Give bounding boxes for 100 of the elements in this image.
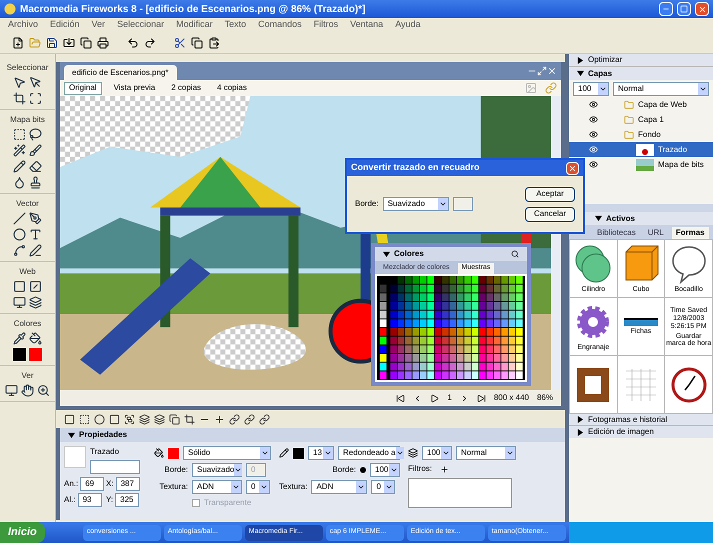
paint-bucket-icon[interactable] xyxy=(154,448,164,458)
tool-icon[interactable] xyxy=(29,176,42,189)
new-file-icon[interactable] xyxy=(12,36,24,48)
dialog-button[interactable]: Cancelar xyxy=(525,206,575,222)
tool-icon[interactable] xyxy=(13,212,26,225)
edge-select[interactable]: Suavizado xyxy=(382,197,449,211)
layer-row[interactable]: Mapa de bits xyxy=(569,157,713,172)
dimension-field[interactable]: 325 xyxy=(115,493,140,507)
close-button[interactable] xyxy=(695,2,709,16)
menu-item[interactable]: Ayuda xyxy=(395,18,421,32)
shape-item[interactable] xyxy=(570,356,617,413)
modify-icon[interactable] xyxy=(94,414,105,424)
view-tab[interactable]: Original xyxy=(64,82,102,94)
texture-select[interactable]: ADN xyxy=(192,480,242,494)
expanded-arrow-icon[interactable] xyxy=(595,215,602,222)
fill-color-swatch[interactable] xyxy=(29,348,42,361)
dialog-button[interactable]: Aceptar xyxy=(525,186,575,202)
color-swatches-drawing[interactable] xyxy=(377,276,525,380)
expanded-arrow-icon[interactable] xyxy=(383,250,390,258)
edge-select[interactable]: Suavizado xyxy=(192,463,242,477)
fill-color-swatch[interactable] xyxy=(168,448,179,458)
filters-list[interactable] xyxy=(408,478,512,508)
tool-icon[interactable] xyxy=(13,280,26,293)
undo-icon[interactable] xyxy=(127,36,139,48)
tool-icon[interactable] xyxy=(29,228,42,241)
menu-item[interactable]: Ventana xyxy=(350,18,384,32)
layer-row[interactable]: Trazado xyxy=(569,142,713,157)
close-button[interactable] xyxy=(566,162,579,174)
texture-amount-select[interactable]: 0 xyxy=(371,480,396,494)
last-frame-icon[interactable] xyxy=(476,394,486,402)
panel-tab[interactable]: URL xyxy=(644,227,668,239)
tool-icon[interactable] xyxy=(29,76,42,89)
dimension-field[interactable]: 387 xyxy=(116,477,140,491)
maximize-button[interactable] xyxy=(677,2,691,16)
panel-header[interactable]: Edición de imagen xyxy=(569,426,713,438)
save-icon[interactable] xyxy=(46,36,58,48)
tool-icon[interactable] xyxy=(13,92,26,105)
copy-icon[interactable] xyxy=(191,36,203,48)
minimize-button[interactable] xyxy=(659,2,673,16)
amount-field[interactable] xyxy=(452,197,473,211)
eye-icon[interactable] xyxy=(589,115,598,124)
view-tab[interactable]: 4 copias xyxy=(213,82,251,94)
layer-row[interactable]: Fondo xyxy=(569,127,713,142)
printer-icon[interactable] xyxy=(97,36,109,48)
dimension-field[interactable]: 69 xyxy=(80,477,104,491)
menu-item[interactable]: Filtros xyxy=(314,18,338,32)
edge-amount-select[interactable]: 100 xyxy=(370,463,400,477)
start-button[interactable]: Inicio xyxy=(0,522,45,543)
document-icon[interactable] xyxy=(80,36,92,48)
tool-icon[interactable] xyxy=(13,160,26,173)
collapsed-arrow-icon[interactable] xyxy=(577,56,584,64)
collapsed-arrow-icon[interactable] xyxy=(577,428,584,436)
redo-icon[interactable] xyxy=(144,36,156,48)
modify-icon[interactable] xyxy=(109,414,120,424)
panel-header[interactable]: Optimizar xyxy=(569,54,713,67)
eye-icon[interactable] xyxy=(589,130,598,139)
tool-icon[interactable] xyxy=(29,296,42,309)
tool-icon[interactable] xyxy=(21,384,34,397)
tool-icon[interactable] xyxy=(13,228,26,241)
view-tab[interactable]: Vista previa xyxy=(110,82,160,94)
add-filter-icon[interactable] xyxy=(440,464,449,474)
modify-icon[interactable] xyxy=(244,414,255,424)
panel-header[interactable]: Capas xyxy=(569,67,713,80)
modify-icon[interactable] xyxy=(229,414,240,424)
tool-icon[interactable] xyxy=(13,76,26,89)
tool-icon[interactable] xyxy=(5,384,18,397)
tool-icon[interactable] xyxy=(29,244,42,257)
shape-item[interactable] xyxy=(665,356,712,413)
modify-icon[interactable] xyxy=(214,414,225,424)
stroke-size-select[interactable]: 13 xyxy=(308,446,334,460)
menu-item[interactable]: Archivo xyxy=(8,18,38,32)
fill-type-select[interactable]: Sólido xyxy=(183,446,271,460)
tool-icon[interactable] xyxy=(29,160,42,173)
dimension-field[interactable]: 93 xyxy=(78,493,102,507)
tool-icon[interactable] xyxy=(13,176,26,189)
first-frame-icon[interactable] xyxy=(396,394,406,402)
modify-icon[interactable] xyxy=(259,414,270,424)
layer-row[interactable]: Capa de Web xyxy=(569,97,713,112)
tool-icon[interactable] xyxy=(29,128,42,141)
tool-icon[interactable] xyxy=(13,144,26,157)
collapsed-arrow-icon[interactable] xyxy=(577,416,584,423)
menu-item[interactable]: Comandos xyxy=(258,18,302,32)
tool-icon[interactable] xyxy=(37,384,50,397)
menu-item[interactable]: Modificar xyxy=(176,18,213,32)
tool-icon[interactable] xyxy=(29,212,42,225)
modify-icon[interactable] xyxy=(169,414,180,424)
tool-icon[interactable] xyxy=(29,280,42,293)
view-tab[interactable]: 2 copias xyxy=(167,82,206,94)
modify-icon[interactable] xyxy=(64,414,75,424)
layer-row[interactable]: Capa 1 xyxy=(569,112,713,127)
tool-icon[interactable] xyxy=(13,244,26,257)
opacity-select[interactable]: 100 xyxy=(573,82,609,96)
eye-icon[interactable] xyxy=(589,100,598,109)
panel-header[interactable]: Fotogramas e historial xyxy=(569,414,713,426)
tool-icon[interactable] xyxy=(13,128,26,141)
modify-icon[interactable] xyxy=(79,414,90,424)
eye-icon[interactable] xyxy=(589,160,598,169)
blend-mode-select[interactable]: Normal xyxy=(613,82,709,96)
stroke-color-swatch[interactable] xyxy=(13,348,26,361)
close-icon[interactable] xyxy=(547,66,557,76)
